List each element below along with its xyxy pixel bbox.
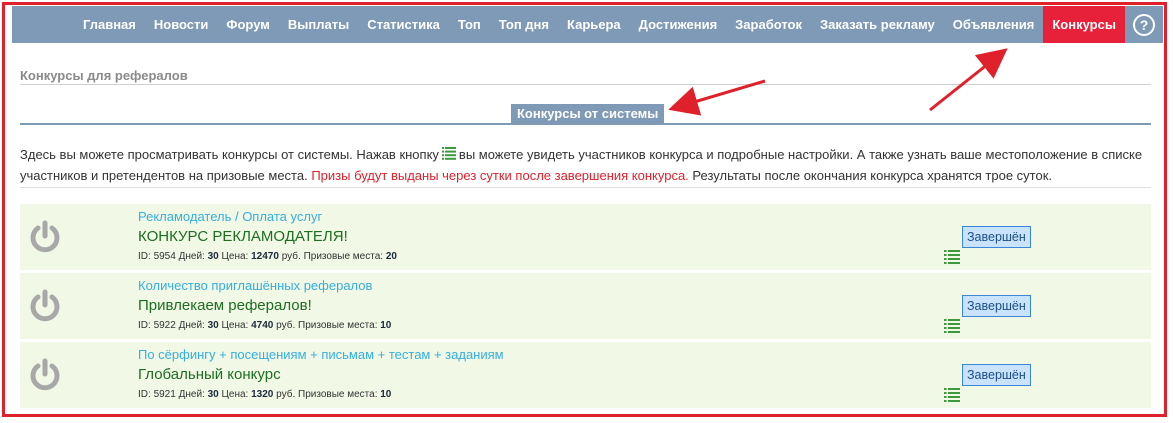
participants-list-icon[interactable] <box>944 388 960 407</box>
description-part3: Результаты после окончания конкурса хран… <box>692 167 1052 183</box>
contest-name: Привлекаем рефералов! <box>138 297 312 314</box>
description-part1: Здесь вы можете просматривать конкурсы о… <box>20 147 439 162</box>
list-icon <box>441 146 456 166</box>
meta-price: 12470 <box>251 251 279 262</box>
meta-places-label: Призовые места: <box>303 251 384 262</box>
meta-currency: руб. <box>276 320 296 331</box>
help-icon[interactable]: ? <box>1133 14 1155 36</box>
nav-item-1[interactable]: Новости <box>145 6 218 43</box>
meta-places: 20 <box>385 251 397 262</box>
title-divider <box>20 84 1151 85</box>
meta-days-label: Дней: <box>178 251 205 262</box>
meta-days-label: Дней: <box>178 320 205 331</box>
meta-currency: руб. <box>276 389 296 400</box>
power-icon <box>28 220 62 259</box>
meta-id: 5921 <box>153 389 176 400</box>
nav-item-2[interactable]: Форум <box>217 6 278 43</box>
contest-name: Глобальный конкурс <box>138 366 281 383</box>
meta-places-label: Призовые места: <box>298 320 378 331</box>
meta-id-label: ID: <box>138 251 151 262</box>
nav-item-3[interactable]: Выплаты <box>279 6 358 43</box>
meta-price: 1320 <box>251 389 274 400</box>
meta-days: 30 <box>207 320 219 331</box>
contest-meta: ID: 5922 Дней: 30 Цена: 4740 руб. Призов… <box>138 320 391 331</box>
power-icon <box>28 358 62 397</box>
top-navigation: Главная Новости Форум Выплаты Статистика Топ Т… <box>12 6 1163 43</box>
meta-id: 5954 <box>153 251 176 262</box>
meta-price: 4740 <box>251 320 274 331</box>
status-completed-button[interactable]: Завершён <box>962 295 1031 317</box>
participants-list-icon[interactable] <box>944 319 960 338</box>
meta-currency: руб. <box>281 251 301 262</box>
nav-item-8[interactable]: Достижения <box>630 6 726 43</box>
nav-item-11[interactable]: Объявления <box>944 6 1044 43</box>
page-title: Конкурсы для рефералов <box>20 68 188 83</box>
description-text: Здесь вы можете просматривать конкурсы о… <box>20 145 1151 186</box>
contest-category[interactable]: Рекламодатель / Оплата услуг <box>138 209 322 224</box>
contest-category[interactable]: Количество приглашённых рефералов <box>138 278 372 293</box>
nav-item-9[interactable]: Заработок <box>726 6 811 43</box>
meta-id: 5922 <box>153 320 176 331</box>
contest-meta: ID: 5921 Дней: 30 Цена: 1320 руб. Призов… <box>138 389 391 400</box>
status-completed-button[interactable]: Завершён <box>962 226 1031 248</box>
contest-row: Количество приглашённых рефералов Привлек… <box>20 273 1151 339</box>
nav-item-10[interactable]: Заказать рекламу <box>811 6 944 43</box>
nav-item-4[interactable]: Статистика <box>358 6 449 43</box>
meta-id-label: ID: <box>138 320 151 331</box>
contest-name: КОНКУРС РЕКЛАМОДАТЕЛЯ! <box>138 228 348 245</box>
contest-meta: ID: 5954 Дней: 30 Цена: 12470 руб. Призо… <box>138 251 397 262</box>
contest-category[interactable]: По сёрфингу + посещениям + письмам + тес… <box>138 347 504 362</box>
nav-item-12[interactable]: Конкурсы <box>1043 6 1125 43</box>
description-prize-note: Призы будут выданы через сутки после зав… <box>311 167 689 183</box>
meta-price-label: Цена: <box>221 389 249 400</box>
status-completed-button[interactable]: Завершён <box>962 364 1031 386</box>
contest-row: Рекламодатель / Оплата услуг КОНКУРС РЕКЛ… <box>20 204 1151 270</box>
meta-places-label: Призовые места: <box>298 389 378 400</box>
meta-days: 30 <box>207 251 219 262</box>
nav-item-5[interactable]: Топ <box>449 6 490 43</box>
power-icon <box>28 289 62 328</box>
meta-places: 10 <box>380 389 392 400</box>
meta-price-label: Цена: <box>221 320 249 331</box>
contest-row: По сёрфингу + посещениям + письмам + тес… <box>20 342 1151 408</box>
meta-days: 30 <box>207 389 219 400</box>
meta-price-label: Цена: <box>221 251 249 262</box>
meta-id-label: ID: <box>138 389 151 400</box>
description-divider <box>20 187 1151 188</box>
section-tab-system-contests[interactable]: Конкурсы от системы <box>511 104 665 123</box>
nav-item-6[interactable]: Топ дня <box>490 6 558 43</box>
meta-places: 10 <box>380 320 392 331</box>
nav-item-7[interactable]: Карьера <box>558 6 630 43</box>
section-divider <box>20 123 1151 125</box>
meta-days-label: Дней: <box>178 389 205 400</box>
participants-list-icon[interactable] <box>944 250 960 269</box>
nav-item-0[interactable]: Главная <box>74 6 145 43</box>
